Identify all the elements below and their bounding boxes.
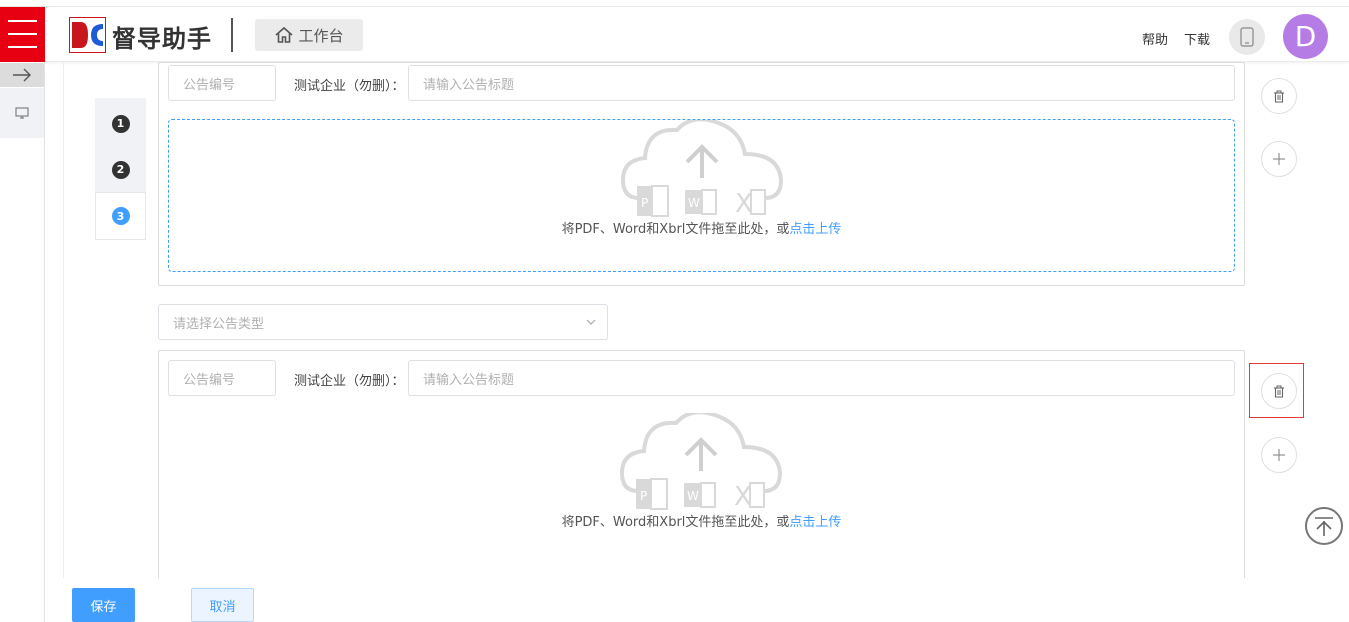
- trash-icon: [1274, 385, 1284, 398]
- drop-text: 将PDF、Word和Xbrl文件拖至此处，或: [561, 222, 790, 237]
- expand-nav-button[interactable]: [0, 63, 44, 87]
- drop-instructions: 将PDF、Word和Xbrl文件拖至此处，或点击上传: [168, 511, 1235, 530]
- brand-logo: [69, 17, 106, 53]
- step-number: 2: [111, 160, 130, 179]
- back-to-top-button[interactable]: [1305, 507, 1343, 545]
- sidebar-item-monitor[interactable]: [0, 88, 44, 138]
- arrow-up-icon: [1315, 517, 1333, 536]
- arrow-right-icon: [13, 68, 31, 82]
- save-button[interactable]: 保存: [72, 588, 135, 622]
- mobile-button[interactable]: [1229, 19, 1265, 55]
- step-1[interactable]: 1: [95, 100, 146, 147]
- footer-bar: [63, 578, 1349, 622]
- menu-icon-bar: [8, 46, 37, 48]
- step-3[interactable]: 3: [95, 192, 146, 240]
- menu-icon-bar: [8, 20, 37, 22]
- menu-icon-bar: [8, 33, 37, 35]
- cancel-button[interactable]: 取消: [191, 588, 254, 622]
- side-nav: [0, 62, 45, 622]
- announcement-number-input[interactable]: 公告编号: [168, 65, 276, 101]
- announcement-card-1: 公告编号 测试企业（勿删）： 请输入公告标题 P W X 将PDF、Word和X…: [158, 62, 1245, 286]
- monitor-icon: [15, 107, 29, 119]
- announcement-number-input[interactable]: 公告编号: [168, 360, 276, 396]
- drop-text: 将PDF、Word和Xbrl文件拖至此处，或: [561, 515, 790, 530]
- announcement-title-input[interactable]: 请输入公告标题: [408, 65, 1235, 101]
- drop-instructions: 将PDF、Word和Xbrl文件拖至此处，或点击上传: [169, 218, 1234, 237]
- step-indicator: 1 2 3: [95, 98, 146, 240]
- add-button[interactable]: [1261, 437, 1297, 473]
- chevron-down-icon: [586, 319, 596, 325]
- announcement-title-input[interactable]: 请输入公告标题: [408, 360, 1235, 396]
- step-number: 1: [111, 114, 130, 133]
- upload-link[interactable]: 点击上传: [789, 222, 841, 237]
- add-button[interactable]: [1261, 141, 1297, 177]
- header-divider: [231, 18, 233, 52]
- svg-text:P: P: [641, 196, 648, 210]
- workbench-label: 工作台: [298, 26, 344, 45]
- select-placeholder: 请选择公告类型: [173, 316, 265, 332]
- cloud-upload-icon: P W X: [621, 120, 784, 219]
- plus-icon: [1273, 449, 1285, 461]
- plus-icon: [1273, 153, 1285, 165]
- top-strip: [0, 0, 1349, 7]
- company-label: 测试企业（勿删）：: [294, 79, 405, 94]
- delete-button[interactable]: [1261, 373, 1297, 409]
- step-2[interactable]: 2: [95, 146, 146, 193]
- file-drop-zone[interactable]: P W X 将PDF、Word和Xbrl文件拖至此处，或点击上传: [168, 413, 1235, 566]
- user-avatar[interactable]: D: [1283, 14, 1328, 59]
- mobile-phone-icon: [1240, 27, 1254, 47]
- announcement-card-2: 公告编号 测试企业（勿删）： 请输入公告标题 P W X 将PDF、Word和X…: [158, 350, 1245, 590]
- announcement-type-select[interactable]: 请选择公告类型: [158, 304, 608, 340]
- svg-text:P: P: [640, 489, 647, 503]
- svg-text:W: W: [688, 196, 700, 210]
- trash-icon: [1274, 90, 1284, 103]
- cloud-upload-icon: P W X: [620, 413, 783, 512]
- delete-button[interactable]: [1261, 78, 1297, 114]
- svg-text:W: W: [687, 489, 699, 503]
- download-link[interactable]: 下载: [1184, 29, 1210, 48]
- step-number: 3: [111, 207, 130, 225]
- menu-toggle-button[interactable]: [0, 7, 45, 62]
- workbench-button[interactable]: 工作台: [255, 19, 363, 51]
- file-drop-zone[interactable]: P W X 将PDF、Word和Xbrl文件拖至此处，或点击上传: [168, 119, 1235, 272]
- top-bar: 督导助手 工作台 帮助 下载 D: [0, 0, 1349, 62]
- company-label: 测试企业（勿删）：: [294, 374, 405, 389]
- brand-name: 督导助手: [112, 25, 212, 53]
- upload-link[interactable]: 点击上传: [789, 515, 841, 530]
- help-link[interactable]: 帮助: [1142, 29, 1168, 48]
- home-icon: [275, 26, 294, 43]
